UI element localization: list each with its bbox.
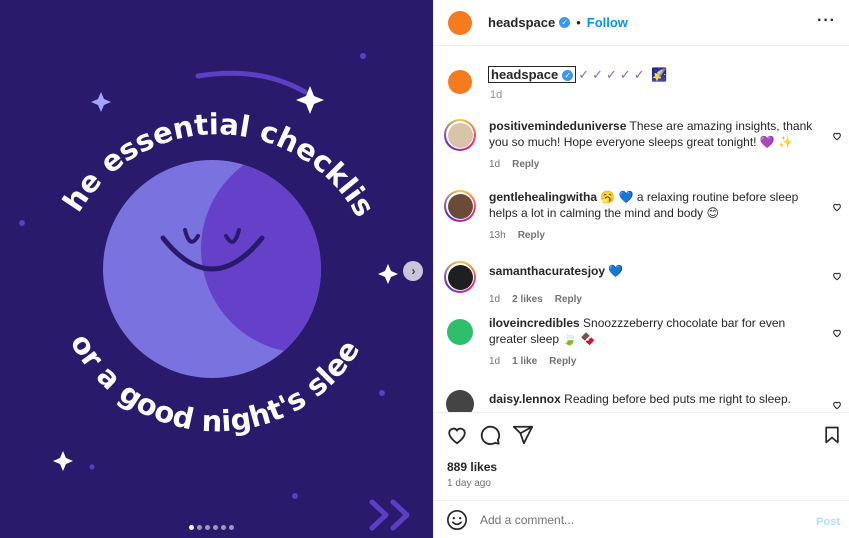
likes-count[interactable]: 889 likes — [447, 460, 497, 474]
next-slide-button[interactable]: › — [403, 261, 423, 281]
slide-dot — [189, 525, 194, 530]
caption-checks: ✓✓✓✓✓ — [578, 67, 648, 82]
story-ring[interactable] — [444, 190, 476, 222]
reply-button[interactable]: Reply — [512, 157, 539, 173]
comment-time: 13h — [489, 230, 506, 241]
comment-time: 1d — [489, 293, 501, 305]
comment-username[interactable]: positivemindeduniverse — [489, 119, 626, 133]
verified-badge-icon: ✓ — [559, 17, 571, 28]
caption-time: 1d — [490, 89, 503, 101]
chevron-right-icon: › — [411, 264, 416, 278]
more-options-icon[interactable]: ··· — [817, 13, 836, 29]
avatar[interactable] — [446, 318, 474, 346]
comment-username[interactable]: samanthacuratesjoy — [489, 264, 605, 278]
comment-likes[interactable]: 2 likes — [512, 292, 543, 308]
post-actions: 889 likes 1 day ago — [434, 412, 849, 500]
comment-text: Reading before bed puts me right to slee… — [564, 392, 791, 406]
story-ring[interactable] — [444, 261, 476, 293]
follow-button[interactable]: Follow — [587, 15, 628, 30]
avatar[interactable] — [448, 10, 472, 35]
heart-icon[interactable] — [446, 424, 468, 446]
bookmark-icon[interactable] — [822, 424, 842, 446]
like-comment-heart-icon[interactable] — [832, 400, 842, 410]
verified-badge-icon: ✓ — [562, 70, 574, 82]
avatar — [447, 193, 473, 219]
comments-section[interactable]: headspace ✓ ✓✓✓✓✓ 🌠 1d positivemindedunive… — [434, 46, 849, 412]
avatar[interactable] — [446, 390, 474, 412]
slide-indicator — [189, 525, 234, 530]
post-time: 1 day ago — [447, 478, 491, 489]
comment-time: 1d — [489, 159, 501, 170]
caption-username[interactable]: headspace ✓ — [488, 66, 577, 83]
like-comment-heart-icon[interactable] — [832, 202, 842, 212]
slide-dot — [229, 525, 234, 530]
post-side-panel: headspace ✓ • Follow ··· headspace ✓ ✓✓✓✓✓… — [433, 0, 849, 538]
comment-icon[interactable] — [479, 424, 501, 446]
like-comment-heart-icon[interactable] — [832, 271, 842, 281]
like-comment-heart-icon[interactable] — [832, 131, 842, 141]
slide-dot — [213, 525, 218, 530]
slide-dot — [205, 525, 210, 530]
comment-text: 💙 — [608, 264, 624, 278]
post-image[interactable]: The essential checklist for a good night… — [0, 0, 433, 538]
reply-button[interactable]: Reply — [555, 292, 582, 308]
avatar[interactable] — [448, 70, 472, 94]
slide-dot — [197, 525, 202, 530]
avatar — [447, 264, 473, 290]
add-comment-bar: Post — [434, 500, 849, 538]
post-button[interactable]: Post — [816, 516, 840, 528]
comment-username[interactable]: gentlehealingwitha — [489, 190, 597, 204]
reply-button[interactable]: Reply — [549, 354, 576, 370]
like-comment-heart-icon[interactable] — [832, 328, 842, 338]
comment-likes[interactable]: 1 like — [512, 354, 537, 370]
comment-input[interactable] — [480, 512, 800, 527]
comment-time: 1d — [489, 356, 501, 367]
caption-emoji: 🌠 — [651, 67, 668, 82]
reply-button[interactable]: Reply — [518, 228, 545, 244]
header-username[interactable]: headspace — [488, 15, 555, 30]
avatar — [447, 122, 473, 148]
slide-dot — [221, 525, 226, 530]
share-icon[interactable] — [512, 424, 534, 446]
emoji-icon[interactable] — [446, 509, 468, 531]
comment-username[interactable]: iloveincredibles — [489, 316, 580, 330]
comment-username[interactable]: daisy.lennox — [489, 392, 561, 406]
sleep-checklist-artwork: The essential checklist for a good night… — [0, 0, 433, 538]
separator: • — [576, 15, 581, 30]
post-header: headspace ✓ • Follow ··· — [434, 0, 849, 46]
story-ring[interactable] — [444, 119, 476, 151]
